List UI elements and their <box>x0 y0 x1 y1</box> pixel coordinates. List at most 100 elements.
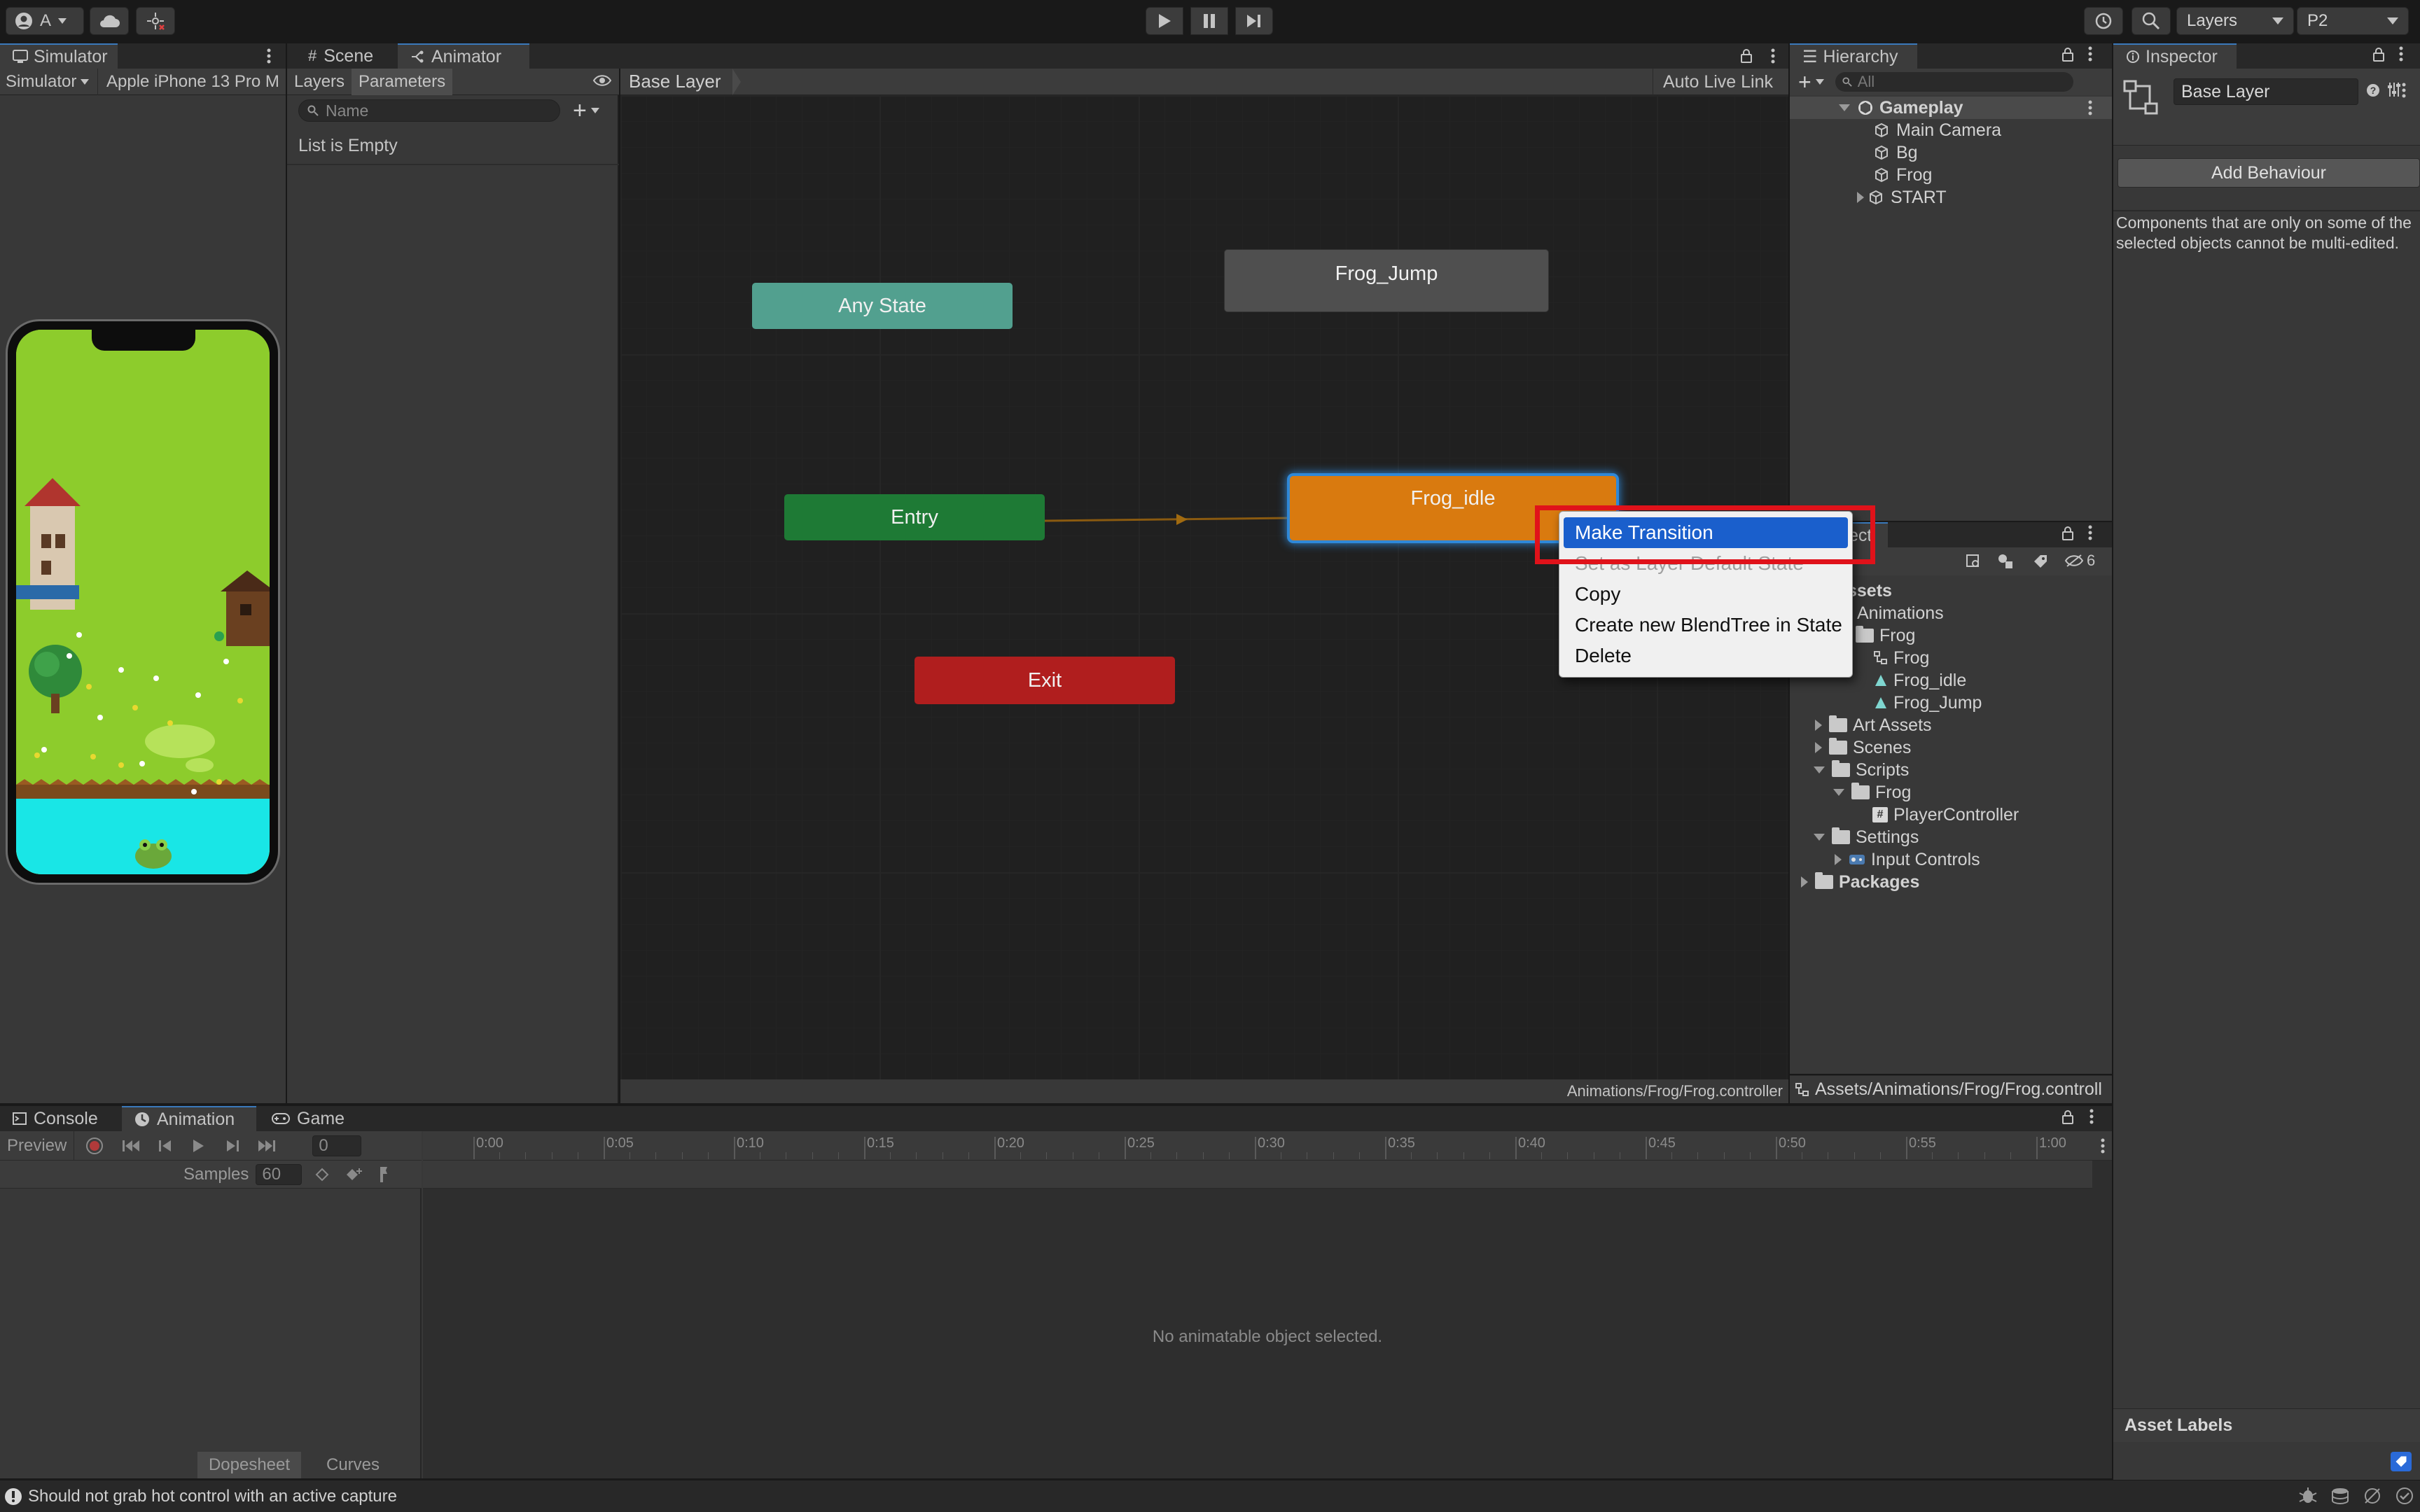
next-keyframe-icon[interactable] <box>225 1139 239 1153</box>
history-button[interactable] <box>2084 7 2123 35</box>
project-folder-art-assets[interactable]: Art Assets <box>1790 714 2112 736</box>
step-button[interactable] <box>1235 7 1273 35</box>
record-icon[interactable] <box>85 1137 104 1155</box>
simulator-mode-dropdown[interactable]: Simulator <box>0 68 98 95</box>
timeline-ruler[interactable]: 0:00 0:05 0:10 0:15 0:20 0:25 0:30 0:35 0:40 0:45… <box>423 1131 2112 1161</box>
curves-tab[interactable]: Curves <box>301 1452 405 1478</box>
device-dropdown[interactable]: Apple iPhone 13 Pro M <box>98 69 286 95</box>
samples-field[interactable]: 60 <box>256 1163 302 1185</box>
menu-item-delete[interactable]: Delete <box>1559 640 1852 671</box>
any-state-label: Any State <box>838 294 926 317</box>
menu-item-create-blendtree[interactable]: Create new BlendTree in State <box>1559 610 1852 640</box>
hierarchy-search[interactable]: All <box>1835 72 2073 92</box>
more-icon[interactable] <box>2402 83 2406 98</box>
tab-layers[interactable]: Layers <box>287 69 352 95</box>
last-keyframe-icon[interactable] <box>258 1139 276 1153</box>
more-icon[interactable] <box>2088 46 2092 62</box>
project-folder-packages[interactable]: Packages <box>1790 871 2112 893</box>
account-button[interactable]: A <box>6 7 84 35</box>
tab-parameters[interactable]: Parameters <box>352 68 453 95</box>
progress-check-icon[interactable] <box>2395 1486 2414 1506</box>
add-event-icon[interactable] <box>376 1166 389 1184</box>
play-icon[interactable] <box>192 1139 204 1153</box>
hidden-packages-toggle[interactable]: 6 <box>2064 552 2095 570</box>
tab-game[interactable]: Game <box>259 1106 357 1131</box>
parameter-search[interactable]: Name <box>298 99 560 122</box>
search-button[interactable] <box>2132 7 2171 35</box>
debug-icon[interactable] <box>2298 1486 2318 1506</box>
add-keyframe-icon[interactable] <box>314 1167 330 1182</box>
menu-item-copy[interactable]: Copy <box>1559 579 1852 610</box>
project-asset-player-controller[interactable]: # PlayerController <box>1790 804 2112 826</box>
label-tag-icon[interactable] <box>2391 1452 2412 1471</box>
more-icon[interactable] <box>2101 1138 2105 1154</box>
first-keyframe-icon[interactable] <box>122 1139 140 1153</box>
tab-console[interactable]: Console <box>0 1106 111 1131</box>
network-icon[interactable] <box>2363 1486 2382 1506</box>
collab-button[interactable] <box>136 7 175 35</box>
node-exit[interactable]: Exit <box>915 657 1175 704</box>
project-asset-frog-jump[interactable]: Frog_Jump <box>1790 692 2112 714</box>
add-parameter-button[interactable]: + <box>573 97 612 124</box>
tab-animation[interactable]: Animation <box>122 1106 256 1131</box>
eye-icon[interactable] <box>592 74 612 87</box>
tab-simulator[interactable]: Simulator <box>0 43 118 69</box>
search-by-type-icon[interactable] <box>1965 553 1982 570</box>
add-behaviour-button[interactable]: Add Behaviour <box>2118 158 2420 188</box>
lock-icon[interactable] <box>1738 48 1755 64</box>
layers-dropdown[interactable]: Layers <box>2176 7 2294 35</box>
previous-keyframe-icon[interactable] <box>158 1139 172 1153</box>
settings-sliders-icon[interactable] <box>2386 81 2402 98</box>
play-button[interactable] <box>1146 7 1183 35</box>
timeline-tick <box>994 1137 996 1159</box>
pause-button[interactable] <box>1190 7 1228 35</box>
event-lane[interactable] <box>423 1161 2092 1189</box>
preview-toggle[interactable]: Preview <box>0 1130 75 1161</box>
hierarchy-item[interactable]: START <box>1790 186 2112 209</box>
cache-server-icon[interactable] <box>2330 1486 2350 1506</box>
tab-scene[interactable]: # Scene <box>295 43 386 69</box>
project-folder-settings[interactable]: Settings <box>1790 826 2112 848</box>
tab-hierarchy[interactable]: ☰ Hierarchy <box>1790 43 1917 69</box>
tab-animator[interactable]: Animator <box>398 43 529 69</box>
animation-timeline[interactable]: 0:00 0:05 0:10 0:15 0:20 0:25 0:30 0:35 0:40 0:45… <box>423 1131 2112 1478</box>
lock-icon[interactable] <box>2372 48 2385 62</box>
tab-inspector[interactable]: Inspector <box>2113 43 2237 69</box>
label-tag-icon[interactable] <box>2032 553 2049 570</box>
auto-live-link-button[interactable]: Auto Live Link <box>1652 69 1783 95</box>
project-asset-input-controls[interactable]: Input Controls <box>1790 848 2112 871</box>
lock-icon[interactable] <box>2061 1110 2074 1124</box>
lock-icon[interactable] <box>2061 48 2074 62</box>
hierarchy-item[interactable]: Frog <box>1790 164 2112 186</box>
help-icon[interactable]: ? <box>2365 83 2381 98</box>
hierarchy-item[interactable]: Bg <box>1790 141 2112 164</box>
project-folder-scenes[interactable]: Scenes <box>1790 736 2112 759</box>
node-frog-jump[interactable]: Frog_Jump <box>1224 249 1549 312</box>
hierarchy-item[interactable]: Main Camera <box>1790 119 2112 141</box>
more-icon[interactable] <box>2399 46 2403 62</box>
node-entry[interactable]: Entry <box>784 494 1045 540</box>
breadcrumb[interactable]: Base Layer <box>620 68 751 95</box>
lock-icon[interactable] <box>2061 526 2074 540</box>
more-icon[interactable] <box>2089 1109 2094 1124</box>
add-key-icon[interactable] <box>345 1167 363 1182</box>
filter-type-icon[interactable] <box>1997 553 2015 570</box>
frame-field[interactable]: 0 <box>312 1135 362 1156</box>
animator-controller-icon <box>1874 651 1888 665</box>
node-any-state[interactable]: Any State <box>752 283 1013 329</box>
more-icon[interactable] <box>2088 100 2092 115</box>
hierarchy-scene-row[interactable]: Gameplay <box>1790 97 2112 119</box>
game-viewport[interactable] <box>16 330 270 874</box>
more-icon[interactable] <box>260 46 277 66</box>
project-folder-scripts-frog[interactable]: Frog <box>1790 781 2112 804</box>
dopesheet-tab[interactable]: Dopesheet <box>197 1452 301 1478</box>
more-icon[interactable] <box>1765 46 1781 66</box>
project-folder-scripts[interactable]: Scripts <box>1790 759 2112 781</box>
cloud-button[interactable] <box>90 7 129 35</box>
create-button[interactable]: + <box>1798 69 1824 95</box>
more-icon[interactable] <box>2088 525 2092 540</box>
timeline-minor-tick <box>707 1152 709 1159</box>
layout-dropdown[interactable]: P2 <box>2297 7 2409 35</box>
svg-text:?: ? <box>2370 85 2377 96</box>
object-name-field[interactable]: Base Layer <box>2174 78 2358 105</box>
